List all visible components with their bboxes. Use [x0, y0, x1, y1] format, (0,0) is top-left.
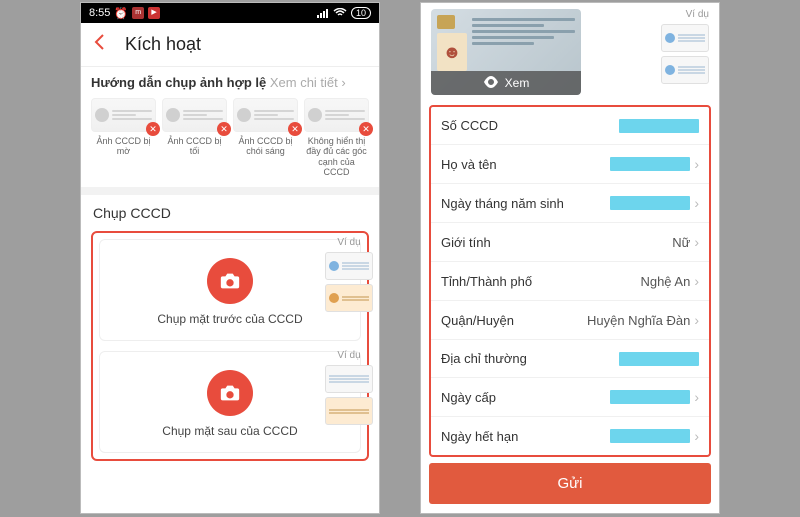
guide-item[interactable]: ✕ Ảnh CCCD bị tối	[162, 98, 227, 177]
chevron-right-icon: ›	[694, 389, 699, 405]
field-label: Ngày hết hạn	[441, 429, 610, 444]
field-label: Ngày cấp	[441, 390, 610, 405]
status-bar: 8:55 ⏰ m ▶ 10	[81, 3, 379, 23]
example-card-front-alt	[325, 284, 373, 312]
guide-item-label: Ảnh CCCD bị tối	[162, 136, 227, 157]
guide-item[interactable]: ✕ Ảnh CCCD bị chói sáng	[233, 98, 298, 177]
guide-card-thumb: ✕	[233, 98, 298, 132]
chevron-right-icon: ›	[341, 75, 345, 90]
example-card-front	[325, 252, 373, 280]
view-overlay[interactable]: Xem	[431, 71, 581, 95]
view-label: Xem	[505, 76, 530, 90]
error-badge-icon: ✕	[359, 122, 373, 136]
redacted-value	[610, 157, 690, 171]
example-label: Ví dụ	[686, 9, 709, 20]
chevron-right-icon: ›	[694, 156, 699, 172]
form-row[interactable]: Ngày tháng năm sinh ›	[431, 184, 709, 223]
capture-front-label: Chụp mặt trước của CCCD	[108, 312, 352, 328]
error-badge-icon: ✕	[288, 122, 302, 136]
form-row[interactable]: Địa chỉ thường	[431, 340, 709, 378]
example-card	[661, 24, 709, 52]
id-photo-preview[interactable]: ☻ Xem	[431, 9, 581, 95]
id-chip-graphic	[437, 15, 455, 29]
guide-card-thumb: ✕	[304, 98, 369, 132]
field-label: Họ và tên	[441, 157, 610, 172]
chevron-right-icon: ›	[694, 312, 699, 328]
redacted-value	[619, 352, 699, 366]
example-card-back	[325, 365, 373, 393]
eye-icon	[483, 76, 499, 91]
guide-item[interactable]: ✕ Ảnh CCCD bị mờ	[91, 98, 156, 177]
guide-title: Hướng dẫn chụp ảnh hợp lệ	[91, 75, 266, 90]
app-icon-1: m	[132, 7, 144, 19]
field-label: Quận/Huyện	[441, 313, 587, 328]
guide-card-thumb: ✕	[162, 98, 227, 132]
guide-item-label: Ảnh CCCD bị mờ	[91, 136, 156, 157]
error-badge-icon: ✕	[146, 122, 160, 136]
example-card	[661, 56, 709, 84]
guide-item-label: Ảnh CCCD bị chói sáng	[233, 136, 298, 157]
alarm-icon: ⏰	[114, 7, 128, 20]
capture-section-title: Chụp CCCD	[81, 195, 379, 227]
page-title: Kích hoạt	[125, 34, 201, 55]
guide-item[interactable]: ✕ Không hiển thị đầy đủ các góc cạnh của …	[304, 98, 369, 177]
app-header: Kích hoạt	[81, 23, 379, 67]
capture-back-label: Chụp mặt sau của CCCD	[108, 424, 352, 440]
form-row[interactable]: Ngày hết hạn ›	[431, 417, 709, 455]
guide-card-thumb: ✕	[91, 98, 156, 132]
field-value: Nghệ An	[640, 274, 690, 289]
guide-section: Hướng dẫn chụp ảnh hợp lệ Xem chi tiết ›…	[81, 67, 379, 195]
form-row[interactable]: Số CCCD	[431, 107, 709, 145]
redacted-value	[610, 196, 690, 210]
form-row[interactable]: Giới tínhNữ ›	[431, 223, 709, 262]
redacted-value	[610, 429, 690, 443]
wifi-icon	[333, 8, 347, 18]
field-label: Giới tính	[441, 235, 672, 250]
chevron-right-icon: ›	[694, 273, 699, 289]
chevron-right-icon: ›	[694, 428, 699, 444]
field-label: Ngày tháng năm sinh	[441, 196, 610, 211]
field-label: Số CCCD	[441, 118, 619, 133]
field-label: Tỉnh/Thành phố	[441, 274, 640, 289]
form-highlight-frame: Số CCCDHọ và tên›Ngày tháng năm sinh›Giớ…	[429, 105, 711, 457]
example-card-back-alt	[325, 397, 373, 425]
example-label: Ví dụ	[337, 350, 360, 361]
submit-label: Gửi	[557, 475, 582, 492]
field-label: Địa chỉ thường	[441, 351, 619, 366]
signal-icon	[317, 8, 329, 18]
status-time: 8:55	[89, 7, 110, 19]
example-column: Ví dụ Ví dụ	[319, 237, 379, 425]
id-avatar-graphic: ☻	[437, 33, 467, 71]
camera-icon[interactable]	[207, 370, 253, 416]
phone-screen-2: ☻ Xem Ví dụ Số CCCDHọ và tên›Ngày tháng …	[420, 2, 720, 514]
redacted-value	[610, 390, 690, 404]
guide-detail-link[interactable]: Xem chi tiết	[270, 75, 338, 90]
example-label: Ví dụ	[337, 237, 360, 248]
phone-screen-1: 8:55 ⏰ m ▶ 10 Kích hoạt Hướng dẫn chụp ả…	[80, 2, 380, 514]
submit-button[interactable]: Gửi	[429, 463, 711, 504]
back-arrow-icon[interactable]	[91, 32, 113, 57]
camera-icon[interactable]	[207, 258, 253, 304]
error-badge-icon: ✕	[217, 122, 231, 136]
redacted-value	[619, 119, 699, 133]
app-icon-2: ▶	[148, 7, 160, 19]
guide-item-label: Không hiển thị đầy đủ các góc cạnh của C…	[304, 136, 369, 177]
form-row[interactable]: Ngày cấp ›	[431, 378, 709, 417]
form-row[interactable]: Quận/HuyệnHuyện Nghĩa Đàn ›	[431, 301, 709, 340]
form-row[interactable]: Tỉnh/Thành phốNghệ An ›	[431, 262, 709, 301]
field-value: Nữ	[672, 235, 690, 250]
chevron-right-icon: ›	[694, 234, 699, 250]
battery-icon: 10	[351, 7, 371, 19]
field-value: Huyện Nghĩa Đàn	[587, 313, 690, 328]
chevron-right-icon: ›	[694, 195, 699, 211]
form-row[interactable]: Họ và tên ›	[431, 145, 709, 184]
